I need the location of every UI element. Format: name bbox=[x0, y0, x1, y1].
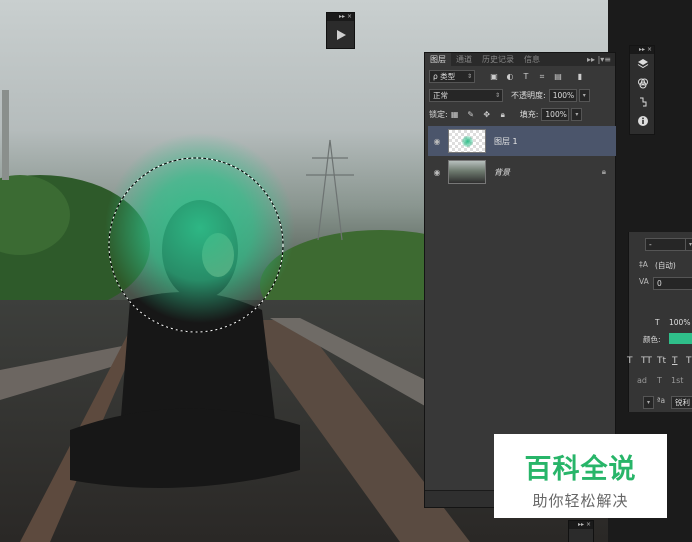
history-icon[interactable] bbox=[630, 92, 656, 111]
layer-thumbnail bbox=[448, 160, 486, 184]
anti-alias-icon: ªa bbox=[657, 396, 666, 405]
info-icon[interactable] bbox=[630, 111, 656, 130]
tab-layers[interactable]: 图层 bbox=[425, 53, 451, 66]
layer-name[interactable]: 图层 1 bbox=[494, 136, 518, 147]
fill-dropdown-icon[interactable]: ▾ bbox=[571, 108, 583, 121]
visibility-eye-icon[interactable]: ◉ bbox=[432, 168, 442, 177]
power-pylon bbox=[306, 139, 354, 241]
character-panel: - ▾ ‡A (自动) VA 0 T 100% 颜色: T TT Tt T T bbox=[627, 232, 692, 412]
color-label: 颜色: bbox=[643, 335, 661, 344]
adjustment-filter-icon[interactable]: ◐ bbox=[505, 72, 515, 82]
mini-panel-bar[interactable]: ▸▸ × bbox=[327, 13, 354, 21]
layer-lock-icon: 🔒︎ bbox=[601, 167, 606, 176]
layer-row-background[interactable]: ◉ 背景 🔒︎ bbox=[428, 157, 616, 187]
opacity-value: 100% bbox=[552, 91, 575, 100]
opacity-input[interactable]: 100% bbox=[548, 89, 577, 102]
color-swatch[interactable] bbox=[669, 333, 692, 344]
faux-italic-icon[interactable]: T bbox=[627, 356, 633, 366]
all-caps-icon[interactable]: TT bbox=[641, 356, 652, 366]
small-caps-icon[interactable]: Tt bbox=[657, 356, 666, 366]
panel-menu-icon[interactable]: ▸▸ |▾≡ bbox=[587, 53, 611, 66]
type-filter-icon[interactable]: T bbox=[521, 72, 531, 82]
tracking-input[interactable]: 0 bbox=[653, 277, 692, 290]
fill-input[interactable]: 100% bbox=[541, 108, 570, 121]
horizontal-scale-icon: T bbox=[655, 318, 660, 327]
tab-channels[interactable]: 通道 bbox=[451, 53, 477, 66]
anti-alias-select[interactable]: 锐利 bbox=[671, 396, 692, 409]
mini-panel-bottom-bar[interactable]: ▸▸ × bbox=[569, 521, 593, 529]
layers-tabbar: 图层 通道 历史记录 信息 ▸▸ |▾≡ bbox=[425, 53, 615, 66]
strikethrough-icon[interactable]: T bbox=[686, 356, 692, 366]
layer-filter-row: ρ 类型 ⇕ ▣ ◐ T ⌗ ▤ ▮ bbox=[425, 68, 615, 85]
lock-all-icon[interactable]: 🔒︎ bbox=[498, 110, 508, 120]
stylistic-icon[interactable]: 1st bbox=[671, 376, 683, 385]
play-icon[interactable] bbox=[327, 21, 354, 48]
blend-mode-value: 正常 bbox=[433, 91, 448, 100]
leading-value[interactable]: (自动) bbox=[655, 260, 676, 271]
panel-icon-strip: ▸▸ × bbox=[629, 45, 655, 135]
lock-label: 锁定: bbox=[429, 110, 448, 119]
lock-pixels-icon[interactable]: ✎ bbox=[466, 110, 476, 120]
horizontal-scale-value[interactable]: 100% bbox=[669, 318, 690, 327]
icon-strip-bar[interactable]: ▸▸ × bbox=[630, 46, 654, 54]
language-dropdown-icon[interactable]: ▾ bbox=[643, 396, 654, 409]
layer-row-layer1[interactable]: ◉ 图层 1 bbox=[428, 126, 616, 156]
legs bbox=[70, 408, 300, 488]
shape-filter-icon[interactable]: ⌗ bbox=[537, 72, 547, 82]
tab-history[interactable]: 历史记录 bbox=[477, 53, 519, 66]
ordinal-icon[interactable]: T bbox=[657, 376, 662, 385]
fill-label: 填充: bbox=[519, 110, 539, 119]
watermark-logo: 百科全说 助你轻松解决 bbox=[494, 434, 667, 518]
ligature-icon[interactable]: ad bbox=[637, 376, 647, 385]
filter-toggle-icon[interactable]: ▮ bbox=[575, 72, 585, 82]
layer-thumbnail bbox=[448, 129, 486, 153]
lock-position-icon[interactable]: ✥ bbox=[482, 110, 492, 120]
visibility-eye-icon[interactable]: ◉ bbox=[432, 137, 442, 146]
smart-object-filter-icon[interactable]: ▤ bbox=[553, 72, 563, 82]
tab-info[interactable]: 信息 bbox=[519, 53, 545, 66]
channels-icon[interactable] bbox=[630, 73, 656, 92]
font-style-dropdown-icon[interactable]: ▾ bbox=[685, 238, 692, 251]
pole-left bbox=[2, 90, 9, 180]
watermark-title: 百科全说 bbox=[524, 454, 637, 485]
tracking-value: 0 bbox=[657, 279, 662, 288]
anti-alias-value: 锐利 bbox=[675, 398, 690, 407]
opacity-label: 不透明度: bbox=[511, 91, 546, 100]
photoshop-workspace: ▸▸ × 图层 通道 历史记录 信息 ▸▸ |▾≡ ρ 类型 ⇕ ▣ ◐ T ⌗ … bbox=[0, 0, 692, 542]
layer-name[interactable]: 背景 bbox=[494, 167, 510, 178]
fill-value: 100% bbox=[545, 110, 567, 119]
tracking-icon: VA bbox=[639, 277, 649, 286]
layers-icon[interactable] bbox=[630, 54, 656, 73]
kind-filter-select[interactable]: ρ 类型 ⇕ bbox=[429, 70, 475, 83]
image-filter-icon[interactable]: ▣ bbox=[489, 72, 499, 82]
mini-panel-top[interactable]: ▸▸ × bbox=[326, 12, 355, 49]
kind-filter-value: ρ 类型 bbox=[433, 72, 456, 81]
opacity-dropdown-icon[interactable]: ▾ bbox=[578, 89, 590, 102]
blend-mode-select[interactable]: 正常 ⇕ bbox=[429, 89, 503, 102]
watermark-subtitle: 助你轻松解决 bbox=[532, 492, 629, 510]
blend-row: 正常 ⇕ 不透明度: 100% ▾ bbox=[425, 87, 615, 104]
underline-icon[interactable]: T bbox=[672, 356, 678, 366]
leading-icon: ‡A bbox=[639, 260, 648, 269]
font-style-select[interactable]: - bbox=[645, 238, 687, 251]
lock-transparent-icon[interactable]: ▦ bbox=[450, 110, 460, 120]
mini-panel-bottom[interactable]: ▸▸ × bbox=[568, 520, 594, 542]
lock-row: 锁定: ▦ ✎ ✥ 🔒︎ 填充: 100% ▾ bbox=[425, 106, 615, 123]
green-brush-glow bbox=[105, 133, 295, 323]
